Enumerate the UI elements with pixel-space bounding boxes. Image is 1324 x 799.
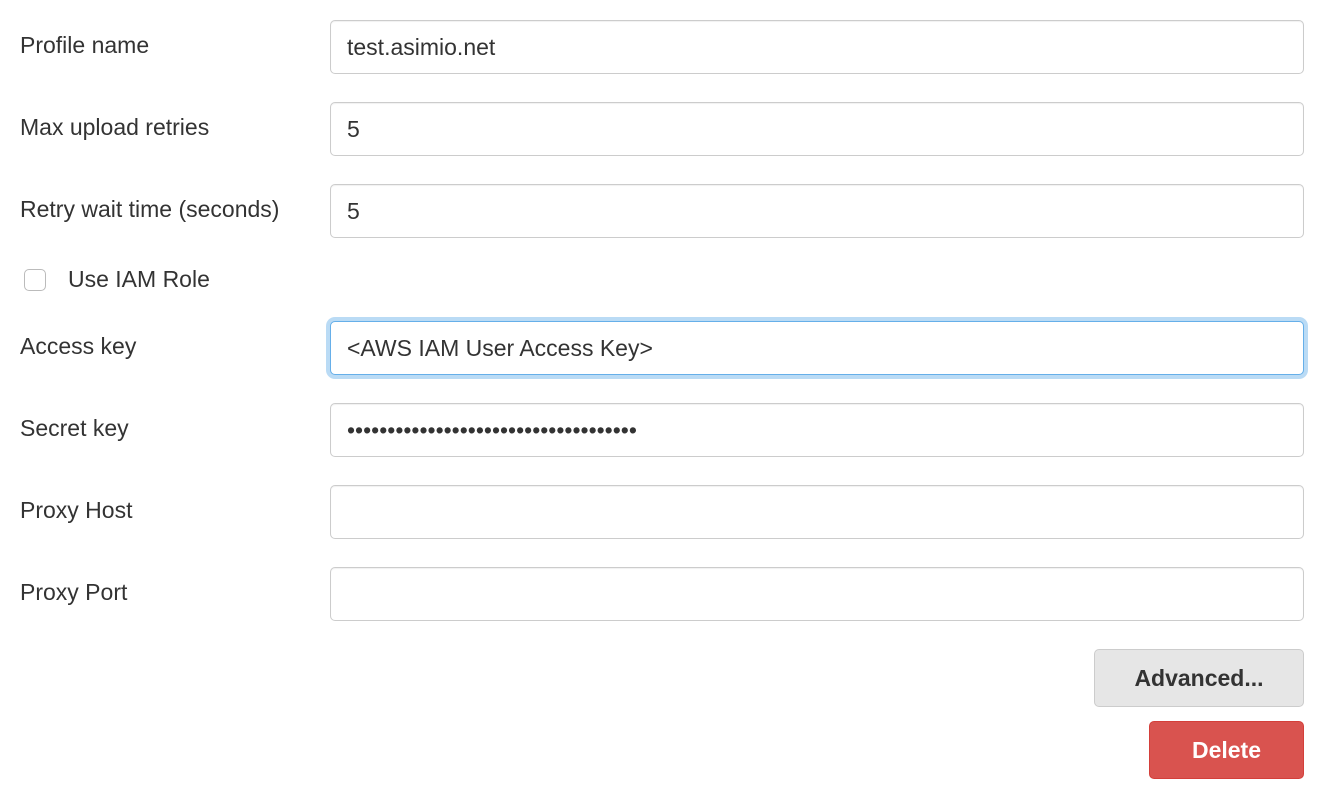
secret-key-label: Secret key <box>20 403 330 442</box>
proxy-port-row: Proxy Port <box>20 567 1304 621</box>
advanced-button[interactable]: Advanced... <box>1094 649 1304 707</box>
access-key-row: Access key <box>20 321 1304 375</box>
use-iam-role-row: Use IAM Role <box>20 266 1304 293</box>
access-key-label: Access key <box>20 321 330 360</box>
profile-name-input[interactable] <box>330 20 1304 74</box>
use-iam-role-checkbox[interactable] <box>24 269 46 291</box>
secret-key-row: Secret key <box>20 403 1304 457</box>
max-upload-retries-label: Max upload retries <box>20 102 330 141</box>
retry-wait-time-row: Retry wait time (seconds) <box>20 184 1304 238</box>
profile-name-label: Profile name <box>20 20 330 59</box>
secret-key-input[interactable] <box>330 403 1304 457</box>
use-iam-role-label: Use IAM Role <box>68 266 210 293</box>
proxy-host-label: Proxy Host <box>20 485 330 524</box>
settings-form: Profile name Max upload retries Retry wa… <box>20 20 1304 779</box>
delete-button[interactable]: Delete <box>1149 721 1304 779</box>
proxy-port-label: Proxy Port <box>20 567 330 606</box>
proxy-port-input[interactable] <box>330 567 1304 621</box>
profile-name-row: Profile name <box>20 20 1304 74</box>
max-upload-retries-input[interactable] <box>330 102 1304 156</box>
max-upload-retries-row: Max upload retries <box>20 102 1304 156</box>
retry-wait-time-input[interactable] <box>330 184 1304 238</box>
proxy-host-row: Proxy Host <box>20 485 1304 539</box>
proxy-host-input[interactable] <box>330 485 1304 539</box>
delete-button-row: Delete <box>20 721 1304 779</box>
retry-wait-time-label: Retry wait time (seconds) <box>20 184 330 223</box>
access-key-input[interactable] <box>330 321 1304 375</box>
advanced-button-row: Advanced... <box>20 649 1304 707</box>
